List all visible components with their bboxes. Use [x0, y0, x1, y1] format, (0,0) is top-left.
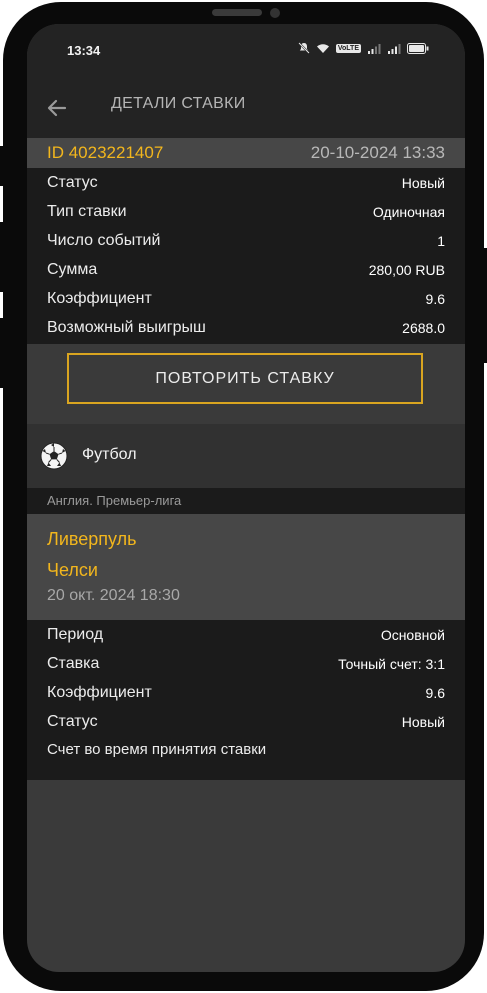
detail-row-odds: Коэффициент 9.6 [47, 678, 445, 707]
screen: 13:34 VoLTE ДЕТАЛИ СТАВКИ ID 4023221407 … [27, 24, 465, 972]
info-label: Число событий [47, 231, 161, 249]
match-card: Ливерпуль Челси 20 окт. 2024 18:30 [27, 514, 465, 620]
bet-datetime: 20-10-2024 13:33 [310, 143, 445, 162]
detail-value: Основной [380, 626, 445, 643]
status-bar: 13:34 VoLTE [27, 24, 465, 82]
detail-label: Период [47, 625, 104, 643]
repeat-bet-area: ПОВТОРИТЬ СТАВКУ [27, 344, 465, 414]
detail-row-period: Период Основной [47, 620, 445, 649]
detail-value: Точный счет: 3:1 [338, 655, 445, 672]
detail-row-status: Статус Новый [47, 707, 445, 736]
info-label: Статус [47, 173, 98, 191]
team-home: Ливерпуль [47, 529, 137, 549]
detail-label: Коэффициент [47, 683, 152, 701]
league-row: Англия. Премьер-лига [27, 488, 465, 514]
info-row-events-count: Число событий 1 [47, 226, 445, 255]
info-value: 1 [437, 232, 445, 249]
battery-icon [407, 42, 429, 54]
detail-label: Статус [47, 712, 98, 730]
score-at-acceptance-label: Счет во время принятия ставки [47, 741, 267, 758]
signal-icon [368, 43, 381, 54]
info-value: 2688.0 [402, 319, 445, 336]
front-camera [270, 8, 280, 18]
sport-header: Футбол [27, 424, 465, 488]
detail-label: Ставка [47, 654, 100, 672]
mute-bell-icon [298, 42, 310, 54]
page-title: ДЕТАЛИ СТАВКИ [111, 95, 246, 112]
info-row-status: Статус Новый [47, 168, 445, 197]
bet-info: Статус Новый Тип ставки Одиночная Число … [27, 168, 465, 344]
status-icons: VoLTE [298, 42, 429, 54]
info-label: Сумма [47, 260, 98, 278]
info-value: Одиночная [372, 203, 445, 220]
info-row-amount: Сумма 280,00 RUB [47, 255, 445, 284]
signal-icon [388, 43, 401, 54]
soccer-ball-icon [40, 442, 68, 470]
detail-value: 9.6 [425, 684, 445, 701]
detail-row-bet: Ставка Точный счет: 3:1 [47, 649, 445, 678]
detail-value: Новый [401, 713, 445, 730]
repeat-bet-button[interactable]: ПОВТОРИТЬ СТАВКУ [67, 353, 423, 404]
back-arrow-icon[interactable] [45, 96, 69, 120]
info-label: Возможный выигрыш [47, 318, 206, 336]
info-label: Тип ставки [47, 202, 127, 220]
bet-id: ID 4023221407 [47, 143, 164, 162]
speaker-grille [212, 9, 262, 16]
wifi-icon [316, 43, 329, 53]
info-label: Коэффициент [47, 289, 152, 307]
volte-badge: VoLTE [335, 43, 361, 53]
league-name: Англия. Премьер-лига [47, 493, 182, 508]
match-date: 20 окт. 2024 18:30 [47, 587, 180, 604]
info-value: Новый [401, 174, 445, 191]
app-bar: ДЕТАЛИ СТАВКИ [27, 82, 465, 138]
event-details: Период Основной Ставка Точный счет: 3:1 … [27, 620, 465, 780]
status-time: 13:34 [67, 43, 101, 58]
phone-frame: 13:34 VoLTE ДЕТАЛИ СТАВКИ ID 4023221407 … [3, 2, 484, 991]
info-row-possible-win: Возможный выигрыш 2688.0 [47, 313, 445, 342]
info-row-bet-type: Тип ставки Одиночная [47, 197, 445, 226]
bet-id-row: ID 4023221407 20-10-2024 13:33 [27, 138, 465, 168]
info-value: 9.6 [425, 290, 445, 307]
info-value: 280,00 RUB [368, 261, 445, 278]
team-away: Челси [47, 560, 98, 580]
info-row-odds: Коэффициент 9.6 [47, 284, 445, 313]
sport-name: Футбол [82, 446, 137, 463]
